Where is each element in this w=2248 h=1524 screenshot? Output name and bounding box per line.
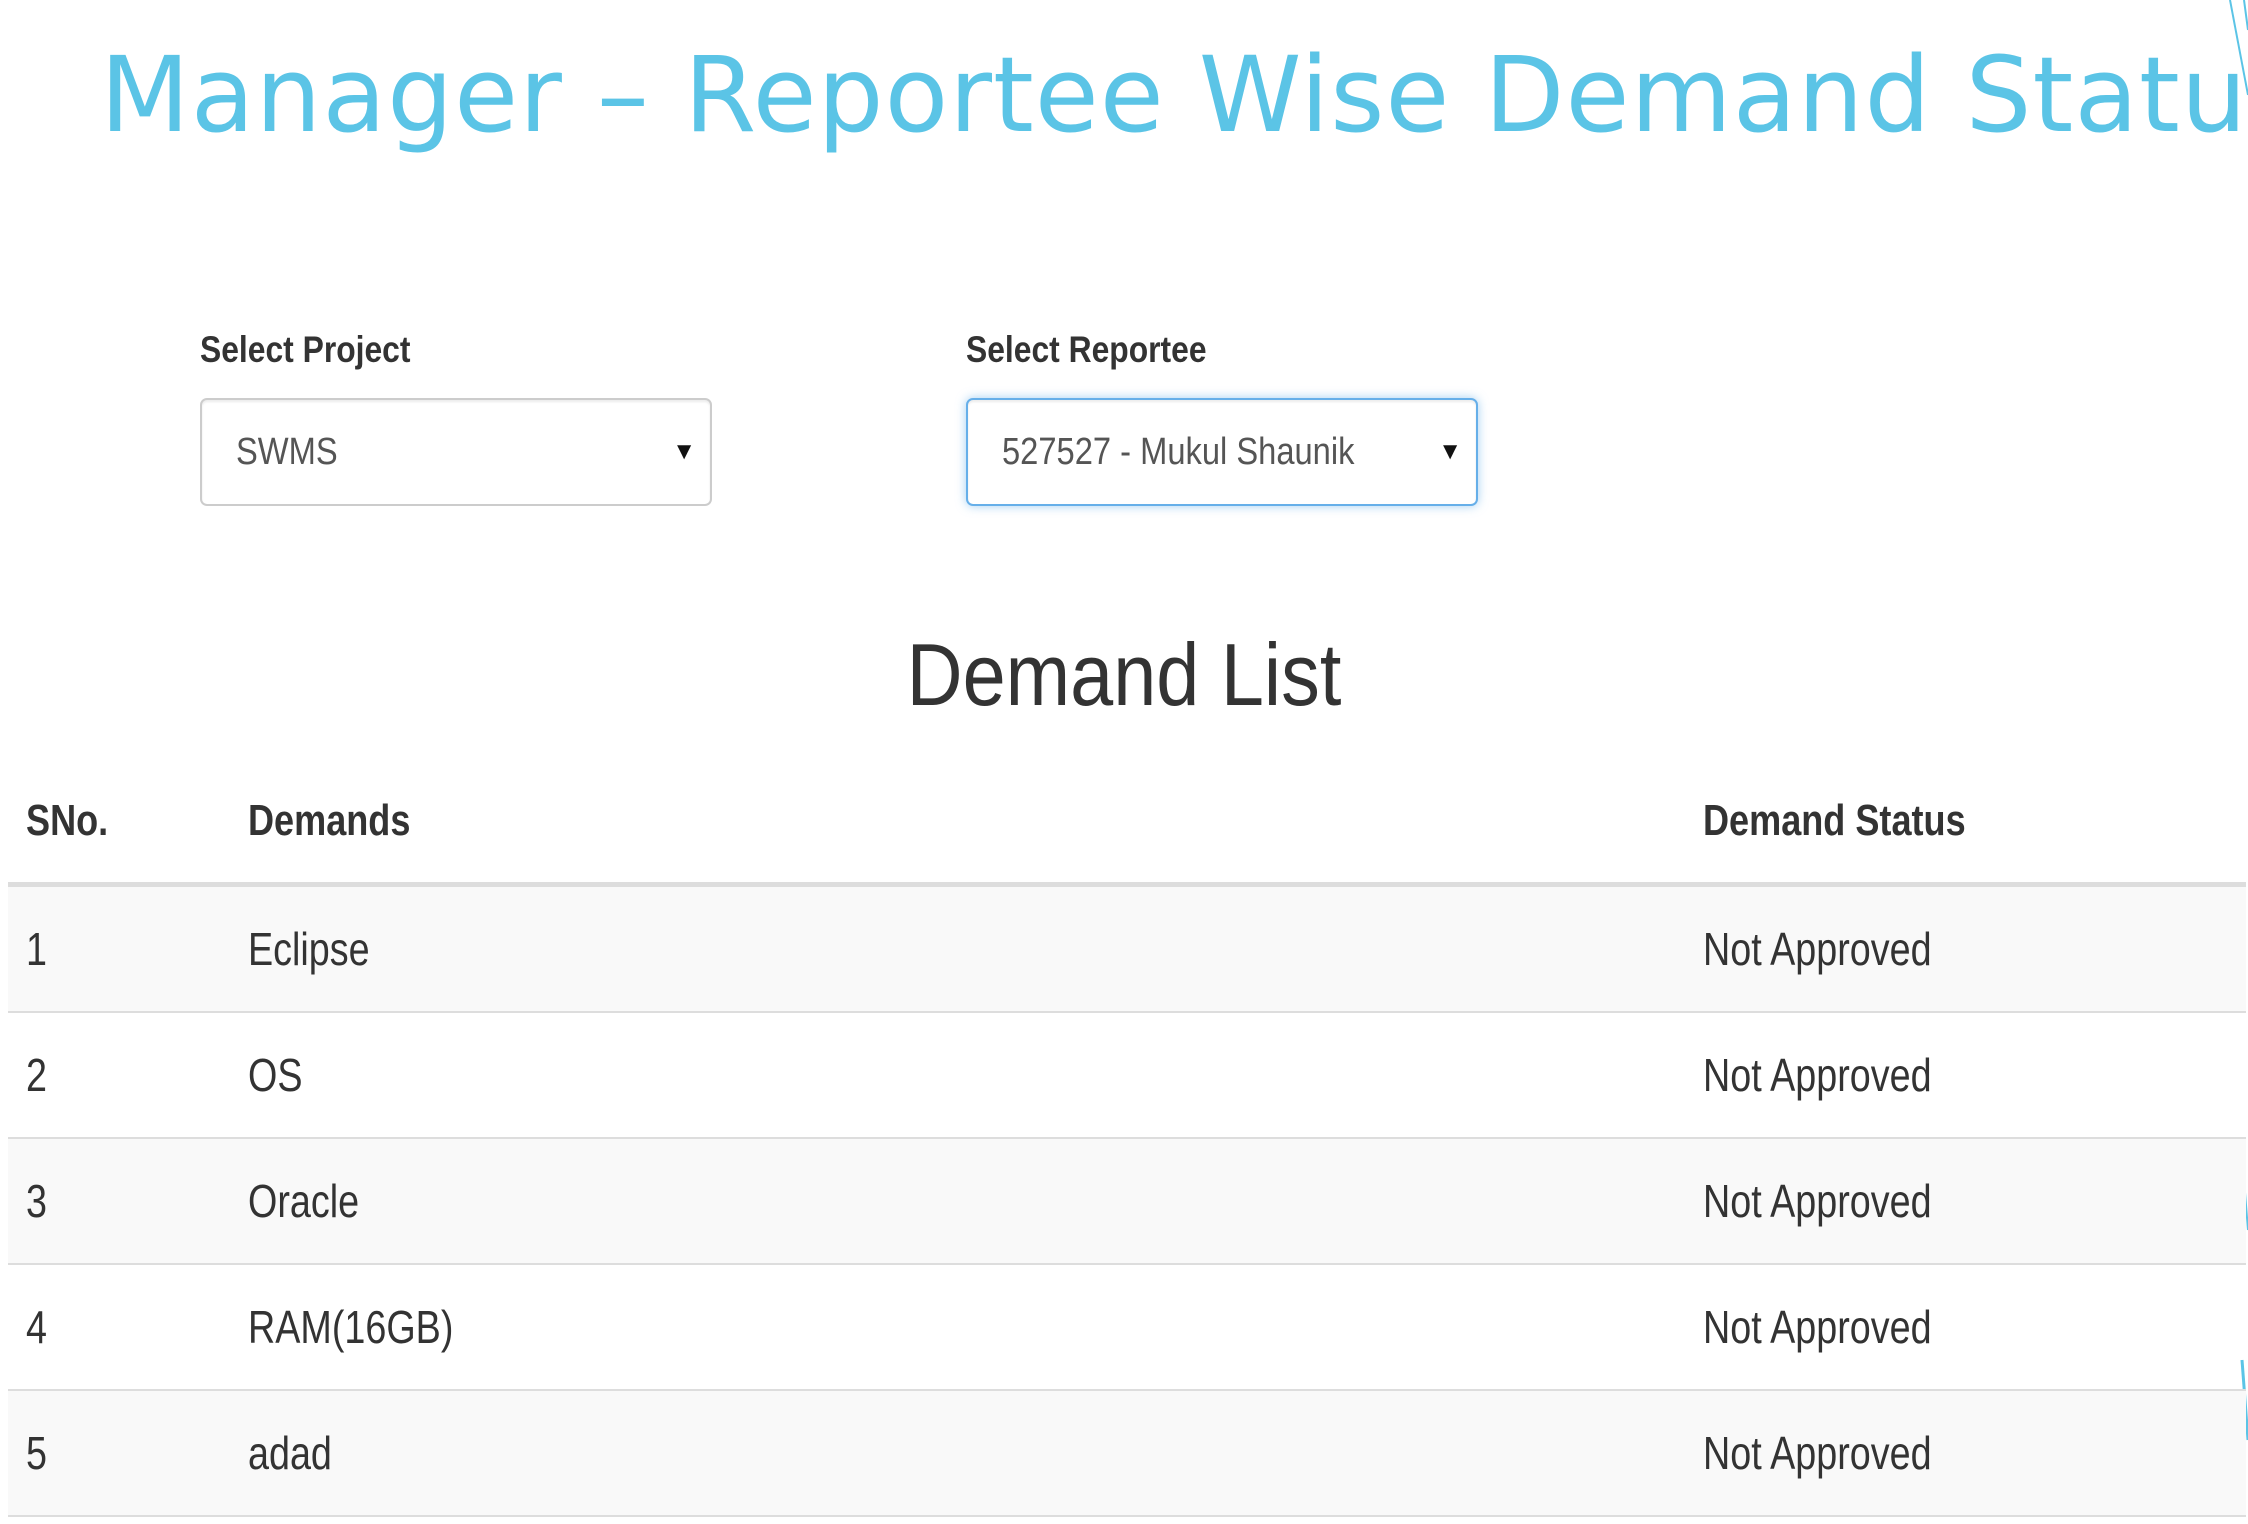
row-demand: Oracle: [230, 1138, 1685, 1265]
row-demand: Eclipse: [230, 884, 1685, 1013]
reportee-select-label: Select Reportee: [966, 326, 1406, 374]
project-select[interactable]: SWMS ▼: [200, 398, 712, 506]
chevron-down-icon: ▼: [1438, 438, 1462, 465]
row-demand: adad: [230, 1390, 1685, 1517]
row-demand-status: Not Approved: [1685, 1138, 2246, 1265]
row-demand-status: Not Approved: [1685, 884, 2246, 1013]
column-header-sno: SNo.: [8, 760, 230, 887]
column-header-demands: Demands: [230, 760, 1685, 887]
table-row: 4 RAM(16GB) Not Approved: [8, 1264, 2246, 1391]
project-select-label-text: Select Project: [200, 329, 411, 370]
page-title: Manager – Reportee Wise Demand Status: [100, 34, 2248, 156]
row-sno: 5: [8, 1390, 230, 1517]
row-demand: OS: [230, 1012, 1685, 1139]
row-sno: 1: [8, 884, 230, 1013]
project-filter: Select Project SWMS ▼: [200, 326, 712, 506]
table-row: 5 adad Not Approved: [8, 1390, 2246, 1517]
row-demand: RAM(16GB): [230, 1264, 1685, 1391]
row-sno: 3: [8, 1138, 230, 1265]
row-demand-status: Not Approved: [1685, 1390, 2246, 1517]
row-demand-status: Not Approved: [1685, 1012, 2246, 1139]
row-sno: 2: [8, 1012, 230, 1139]
project-select-label: Select Project: [200, 326, 640, 374]
demand-table: SNo. Demands Demand Status 1 Eclipse Not…: [8, 760, 2246, 1517]
demand-list-heading: Demand List: [0, 625, 2248, 725]
table-row: 1 Eclipse Not Approved: [8, 884, 2246, 1013]
project-select-value: SWMS: [236, 431, 338, 473]
chevron-down-icon: ▼: [672, 438, 696, 465]
reportee-select-label-text: Select Reportee: [966, 329, 1207, 370]
reportee-filter: Select Reportee 527527 - Mukul Shaunik ▼: [966, 326, 1478, 506]
row-sno: 4: [8, 1264, 230, 1391]
row-demand-status: Not Approved: [1685, 1264, 2246, 1391]
reportee-select-value: 527527 - Mukul Shaunik: [1002, 431, 1355, 473]
table-row: 2 OS Not Approved: [8, 1012, 2246, 1139]
table-header-row: SNo. Demands Demand Status: [8, 760, 2246, 887]
table-row: 3 Oracle Not Approved: [8, 1138, 2246, 1265]
demand-list-heading-text: Demand List: [906, 625, 1342, 724]
column-header-demand-status: Demand Status: [1685, 760, 2246, 887]
reportee-select[interactable]: 527527 - Mukul Shaunik ▼: [966, 398, 1478, 506]
